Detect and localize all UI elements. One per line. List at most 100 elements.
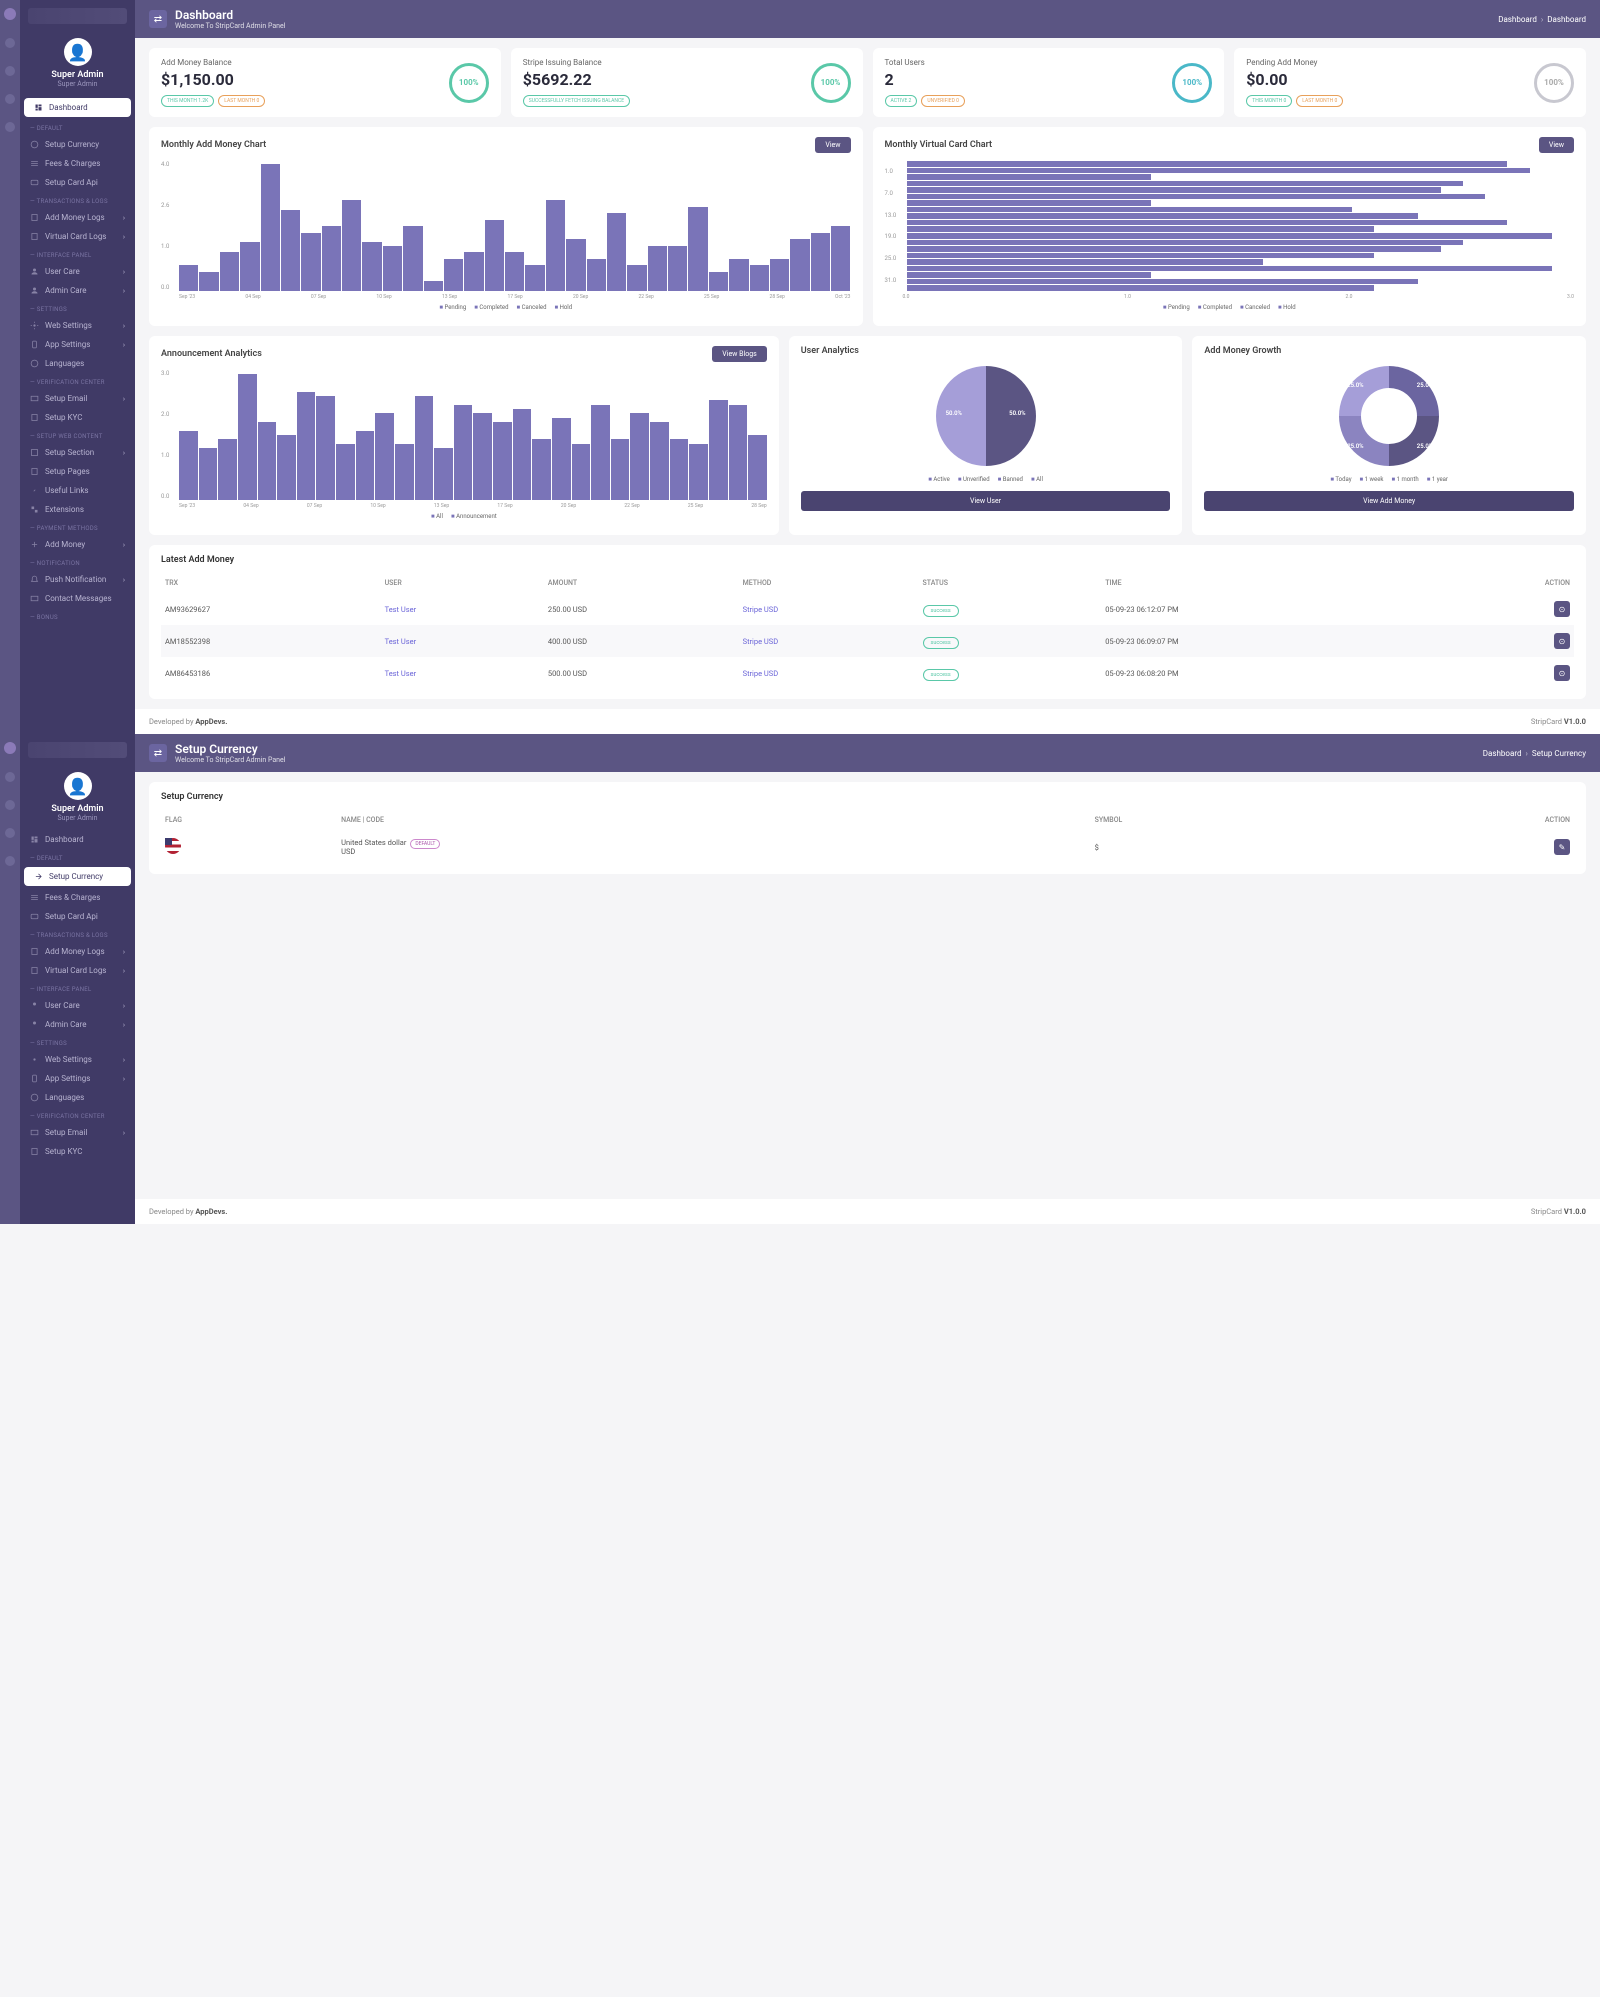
chart-add-money: Monthly Add Money ChartView 4.02.61.00.0…	[149, 127, 863, 326]
user-link[interactable]: Test User	[385, 637, 417, 646]
view-action-button[interactable]: ⊙	[1554, 633, 1570, 649]
progress-ring: 100%	[1534, 63, 1574, 103]
sidebar-item-admin-care[interactable]: Admin Care›	[20, 281, 135, 300]
sidebar-item-web-settings[interactable]: Web Settings›	[20, 1050, 135, 1069]
chart-add-money-growth: Add Money Growth 25.0% 25.0% 25.0% 25.0%…	[1192, 336, 1586, 535]
section-settings: SETTINGS	[20, 300, 135, 316]
sidebar-item-extensions[interactable]: Extensions	[20, 500, 135, 519]
sidebar-item-languages[interactable]: Languages	[20, 1088, 135, 1107]
view-action-button[interactable]: ⊙	[1554, 601, 1570, 617]
page-title: Setup Currency	[175, 742, 285, 756]
view-user-button[interactable]: View User	[801, 491, 1171, 511]
method-link[interactable]: Stripe USD	[743, 605, 779, 614]
sidebar-item-setup-email[interactable]: Setup Email›	[20, 389, 135, 408]
swap-icon: ⇄	[149, 10, 167, 28]
chevron-right-icon: ›	[123, 449, 125, 457]
sidebar-item-app-settings[interactable]: App Settings›	[20, 1069, 135, 1088]
logo-icon[interactable]	[4, 742, 16, 754]
chevron-right-icon: ›	[123, 341, 125, 349]
chevron-right-icon: ›	[123, 541, 125, 549]
topbar: ⇄ Setup Currency Welcome To StripCard Ad…	[135, 734, 1600, 772]
sidebar-item-useful-links[interactable]: Useful Links	[20, 481, 135, 500]
stat-card: Total Users2 ACTIVE 2UNVERIFIED 0 100%	[873, 48, 1225, 117]
rail-search-icon[interactable]	[5, 38, 15, 48]
chart-virtual-card: Monthly Virtual Card ChartView 1.07.013.…	[873, 127, 1587, 326]
sidebar-item-fees[interactable]: Fees & Charges	[20, 154, 135, 173]
sidebar-item-setup-email[interactable]: Setup Email›	[20, 1123, 135, 1142]
sidebar-item-setup-section[interactable]: Setup Section›	[20, 443, 135, 462]
user-name: Super Admin	[20, 804, 135, 814]
avatar[interactable]: 👤	[64, 38, 92, 66]
sidebar-item-languages[interactable]: Languages	[20, 354, 135, 373]
view-action-button[interactable]: ⊙	[1554, 665, 1570, 681]
sidebar-item-add-money-logs[interactable]: Add Money Logs›	[20, 942, 135, 961]
section-iface: INTERFACE PANEL	[20, 246, 135, 262]
rail-icon[interactable]	[5, 772, 15, 782]
user-name: Super Admin	[20, 70, 135, 80]
method-link[interactable]: Stripe USD	[743, 637, 779, 646]
sidebar-item-fees[interactable]: Fees & Charges	[20, 888, 135, 907]
sidebar-item-setup-currency[interactable]: Setup Currency	[20, 135, 135, 154]
sidebar-item-setup-kyc[interactable]: Setup KYC	[20, 1142, 135, 1161]
table-row: United States dollarDEFAULTUSD $ ✎	[161, 830, 1574, 864]
progress-ring: 100%	[811, 63, 851, 103]
sidebar-item-setup-currency[interactable]: Setup Currency	[24, 867, 131, 886]
sidebar-item-web-settings[interactable]: Web Settings›	[20, 316, 135, 335]
icon-rail	[0, 734, 20, 1224]
section-default: DEFAULT	[20, 119, 135, 135]
sidebar-item-add-money[interactable]: Add Money›	[20, 535, 135, 554]
stat-card: Stripe Issuing Balance$5692.22 SUCCESSFU…	[511, 48, 863, 117]
sidebar-item-dashboard[interactable]: Dashboard	[20, 830, 135, 849]
icon-rail	[0, 0, 20, 734]
rail-icon[interactable]	[5, 122, 15, 132]
rail-icon[interactable]	[5, 66, 15, 76]
chevron-right-icon: ›	[123, 576, 125, 584]
rail-icon[interactable]	[5, 94, 15, 104]
chevron-right-icon: ›	[123, 395, 125, 403]
sidebar-item-setup-pages[interactable]: Setup Pages	[20, 462, 135, 481]
view-blogs-button[interactable]: View Blogs	[712, 346, 766, 362]
sidebar: 👤 Super Admin Super Admin Dashboard DEFA…	[20, 734, 135, 1224]
sidebar-item-dashboard[interactable]: Dashboard	[24, 98, 131, 117]
chevron-right-icon: ›	[123, 214, 125, 222]
sidebar-item-card-api[interactable]: Setup Card Api	[20, 907, 135, 926]
user-link[interactable]: Test User	[385, 605, 417, 614]
latest-add-money-table: Latest Add Money TRX USER AMOUNT METHOD …	[149, 545, 1586, 699]
sidebar-item-contact-messages[interactable]: Contact Messages	[20, 589, 135, 608]
rail-icon[interactable]	[5, 828, 15, 838]
sidebar-item-user-care[interactable]: User Care›	[20, 262, 135, 281]
footer: Developed by AppDevs. StripCard V1.0.0	[135, 1199, 1600, 1224]
brand-logo	[28, 742, 127, 758]
sidebar-item-card-api[interactable]: Setup Card Api	[20, 173, 135, 192]
sidebar-item-setup-kyc[interactable]: Setup KYC	[20, 408, 135, 427]
sidebar-item-push-notif[interactable]: Push Notification›	[20, 570, 135, 589]
chevron-right-icon: ›	[123, 287, 125, 295]
chart-user-analytics: User Analytics 50.0% 50.0% ActiveUnverif…	[789, 336, 1183, 535]
rail-icon[interactable]	[5, 800, 15, 810]
user-role: Super Admin	[20, 814, 135, 822]
donut-chart: 25.0% 25.0% 25.0% 25.0%	[1339, 366, 1439, 466]
brand-logo	[28, 8, 127, 24]
sidebar-item-virtual-card-logs[interactable]: Virtual Card Logs›	[20, 227, 135, 246]
sidebar-item-admin-care[interactable]: Admin Care›	[20, 1015, 135, 1034]
breadcrumb: Dashboard›Setup Currency	[1483, 749, 1586, 758]
section-webcontent: SETUP WEB CONTENT	[20, 427, 135, 443]
avatar[interactable]: 👤	[64, 772, 92, 800]
page-subtitle: Welcome To StripCard Admin Panel	[175, 756, 285, 764]
user-link[interactable]: Test User	[385, 669, 417, 678]
view-button[interactable]: View	[1539, 137, 1574, 153]
sidebar-item-add-money-logs[interactable]: Add Money Logs›	[20, 208, 135, 227]
progress-ring: 100%	[1172, 63, 1212, 103]
edit-button[interactable]: ✎	[1554, 839, 1570, 855]
progress-ring: 100%	[449, 63, 489, 103]
flag-us-icon	[165, 838, 181, 854]
sidebar-item-app-settings[interactable]: App Settings›	[20, 335, 135, 354]
method-link[interactable]: Stripe USD	[743, 669, 779, 678]
view-add-money-button[interactable]: View Add Money	[1204, 491, 1574, 511]
view-button[interactable]: View	[815, 137, 850, 153]
logo-icon[interactable]	[4, 8, 16, 20]
rail-icon[interactable]	[5, 856, 15, 866]
sidebar-item-user-care[interactable]: User Care›	[20, 996, 135, 1015]
sidebar-item-virtual-card-logs[interactable]: Virtual Card Logs›	[20, 961, 135, 980]
topbar: ⇄ Dashboard Welcome To StripCard Admin P…	[135, 0, 1600, 38]
